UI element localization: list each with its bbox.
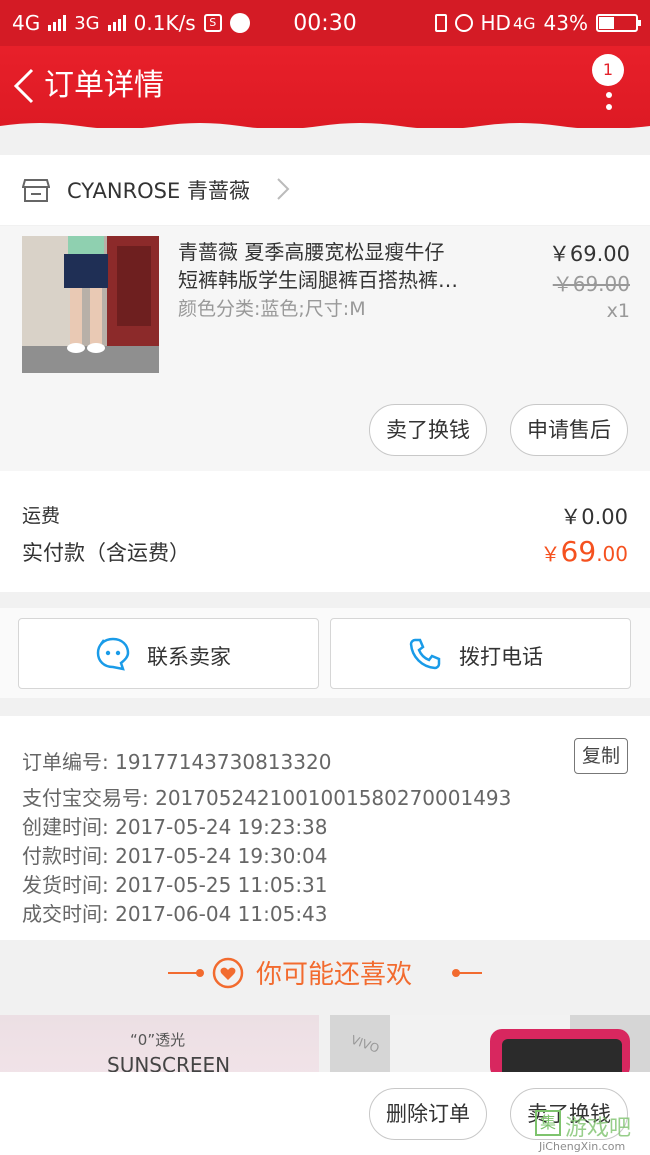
after-sale-button[interactable]: 申请售后 (510, 404, 628, 456)
sim-icon: S (203, 14, 222, 32)
product-sku: 颜色分类:蓝色;尺寸:M (178, 298, 366, 320)
product-item: 青蔷薇 夏季高腰宽松显瘦牛仔 短裤韩版学生阔腿裤百搭热裤… 颜色分类:蓝色;尺寸… (0, 226, 650, 471)
recommend-item-1[interactable]: “0”透光 SUNSCREEN (0, 1015, 319, 1075)
shop-row[interactable]: CYANROSE 青蔷薇 (0, 155, 650, 225)
signal-icon-2 (107, 15, 126, 31)
product-quantity: x1 (606, 300, 630, 322)
more-dots-icon (606, 92, 612, 116)
shop-name: CYANROSE 青蔷薇 (67, 179, 250, 203)
paid-decimal: .00 (596, 542, 628, 566)
watermark-name: 游戏吧 (565, 1116, 632, 1141)
status-bar: 4G 3G 0.1K/s S 00:30 HD 4G 43% (0, 0, 650, 46)
contact-row: 联系卖家 拨打电话 (0, 608, 650, 698)
chevron-right-icon (277, 178, 290, 200)
fee-summary: 运费 ￥0.00 实付款（含运费） ￥69.00 (0, 471, 650, 592)
shipped-time: 发货时间: 2017-05-25 11:05:31 (22, 873, 328, 897)
battery-icon (596, 14, 641, 32)
call-phone-button[interactable]: 拨打电话 (330, 618, 631, 689)
call-phone-label: 拨打电话 (459, 645, 543, 669)
product-title-line1: 青蔷薇 夏季高腰宽松显瘦牛仔 (178, 240, 445, 264)
divider (456, 972, 482, 974)
message-badge: 1 (592, 54, 624, 86)
shipping-label: 运费 (22, 505, 61, 527)
contact-seller-label: 联系卖家 (147, 645, 231, 669)
back-arrow-icon[interactable] (10, 66, 40, 106)
paid-time: 付款时间: 2017-05-24 19:30:04 (22, 844, 328, 868)
created-time: 创建时间: 2017-05-24 19:23:38 (22, 815, 328, 839)
recommend-title: 你可能还喜欢 (256, 960, 413, 990)
lte-label: 4G (512, 13, 536, 33)
signal-icon (48, 15, 67, 31)
phone-case-image: VIVO (330, 1015, 650, 1075)
header-wave-decoration (0, 123, 650, 130)
order-number: 订单编号: 19177143730813320 (22, 750, 332, 774)
delete-order-button[interactable]: 删除订单 (369, 1088, 487, 1140)
page-title: 订单详情 (44, 68, 164, 103)
heart-icon (212, 957, 244, 989)
nav-bar: 订单详情 1 (0, 46, 650, 130)
product-original-price: ￥69.00 (552, 272, 630, 296)
network-type-1: 4G (12, 11, 41, 35)
watermark-badge: 集 (535, 1110, 561, 1136)
hd-label: HD (480, 11, 511, 35)
chat-bubble-icon (96, 637, 130, 671)
paid-currency: ￥ (540, 542, 561, 566)
paid-amount: ￥69.00 (541, 535, 628, 568)
product-title-line2: 短裤韩版学生阔腿裤百搭热裤… (178, 268, 458, 292)
divider-dot (196, 969, 204, 977)
network-speed: 0.1K/s (133, 11, 196, 35)
watermark-url: JiChengXin.com (539, 1140, 626, 1153)
recommend-item-1-tagline: “0”透光 (130, 1031, 186, 1049)
network-type-2: 3G (74, 12, 100, 34)
store-icon (22, 179, 50, 202)
shipping-value: ￥0.00 (560, 505, 628, 529)
app-notification-icon (229, 13, 250, 33)
recommend-header: 你可能还喜欢 (0, 941, 650, 1005)
phone-icon (409, 638, 441, 670)
order-info: 订单编号: 19177143730813320 复制 支付宝交易号: 20170… (0, 716, 650, 940)
alarm-icon (454, 14, 473, 32)
more-menu-button[interactable]: 1 (588, 50, 628, 120)
battery-percent: 43% (543, 11, 588, 35)
sell-for-cash-button[interactable]: 卖了换钱 (369, 404, 487, 456)
site-watermark: 集 游戏吧 JiChengXin.com (535, 1110, 647, 1155)
product-price: ￥69.00 (548, 242, 630, 266)
vibrate-icon (434, 14, 447, 32)
copy-button[interactable]: 复制 (574, 738, 628, 774)
paid-integer: 69 (560, 535, 597, 568)
alipay-number: 支付宝交易号: 2017052421001001580270001493 (22, 786, 512, 810)
product-title[interactable]: 青蔷薇 夏季高腰宽松显瘦牛仔 短裤韩版学生阔腿裤百搭热裤… (178, 238, 488, 294)
product-image[interactable] (22, 236, 159, 373)
recommend-item-2[interactable]: VIVO (330, 1015, 650, 1075)
contact-seller-button[interactable]: 联系卖家 (18, 618, 319, 689)
completed-time: 成交时间: 2017-06-04 11:05:43 (22, 902, 328, 926)
paid-label: 实付款（含运费） (22, 541, 190, 565)
